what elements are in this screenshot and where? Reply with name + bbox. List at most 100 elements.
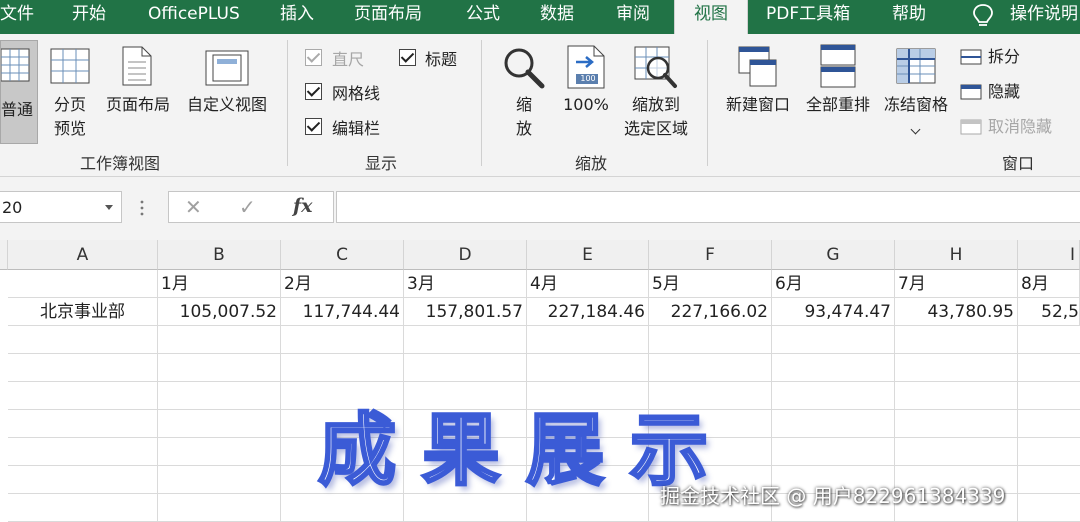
cell-value[interactable]: 105,007.52 [158,298,281,326]
cell-month[interactable]: 8月 [1018,270,1080,298]
normal-view-button[interactable]: 普通 [0,40,38,144]
cell-value[interactable]: 227,166.02 [649,298,772,326]
column-header[interactable]: E [527,240,649,270]
page-layout-icon [122,46,152,86]
tab-formulas[interactable]: 公式 [466,0,500,34]
arrange-all-icon [820,44,856,88]
page-break-preview-label-1: 分页 [53,95,86,114]
split-button[interactable]: 拆分 [960,46,1040,68]
vertical-dots-icon[interactable] [140,199,144,217]
enter-icon[interactable]: ✓ [239,195,256,219]
tab-pdf-toolbox[interactable]: PDF工具箱 [766,0,850,34]
cell-month[interactable]: 6月 [772,270,895,298]
column-header[interactable]: H [895,240,1018,270]
custom-views-icon [205,50,249,86]
cell[interactable] [8,270,158,298]
new-window-button[interactable]: 新建窗口 [720,40,796,144]
lightbulb-icon[interactable] [972,3,994,29]
ruler-checkbox [305,49,322,66]
group-separator [707,40,708,166]
show-group-label: 显示 [365,154,398,173]
group-separator [481,40,482,166]
select-all-corner[interactable] [0,240,8,270]
zoom-to-selection-icon [634,46,677,88]
split-icon [960,49,982,65]
page-layout-label: 页面布局 [105,95,170,114]
arrange-all-label: 全部重排 [805,95,870,114]
cell-month[interactable]: 4月 [527,270,649,298]
cell-month[interactable]: 7月 [895,270,1018,298]
cell-value[interactable]: 52,5 [1018,298,1080,326]
chevron-down-icon[interactable] [105,205,113,210]
column-header[interactable]: A [8,240,158,270]
page-break-preview-button[interactable]: 分页 预览 [44,40,96,144]
cell-department[interactable]: 北京事业部 [8,298,158,326]
new-window-icon [738,46,777,87]
cancel-icon[interactable]: ✕ [185,195,202,219]
name-box[interactable]: 20 [0,191,122,223]
watermark: 掘金技术社区 @ 用户822961384339 [660,484,1006,508]
unhide-label: 取消隐藏 [988,117,1053,136]
freeze-panes-button[interactable]: 冻结窗格 [878,40,954,144]
cell-month[interactable]: 2月 [281,270,404,298]
column-header[interactable]: F [649,240,772,270]
cell-month[interactable]: 5月 [649,270,772,298]
custom-views-label: 自定义视图 [186,95,267,114]
column-header[interactable]: I [1018,240,1080,270]
page-break-preview-label-2: 预览 [53,119,86,138]
tab-tell-me[interactable]: 操作说明 [1010,0,1078,34]
group-separator [287,40,288,166]
tab-officeplus[interactable]: OfficePLUS [148,0,240,34]
column-header[interactable]: C [281,240,404,270]
hide-label: 隐藏 [988,82,1021,101]
cell-value[interactable]: 43,780.95 [895,298,1018,326]
headings-checkbox[interactable] [399,49,416,66]
gridlines-label: 网格线 [332,84,381,103]
zoom-100-label: 100% [563,95,609,114]
tab-review[interactable]: 审阅 [616,0,650,34]
zoom-100-icon-text: 100 [580,74,596,83]
freeze-panes-label: 冻结窗格 [883,95,948,114]
cell-value[interactable]: 157,801.57 [404,298,527,326]
tab-data[interactable]: 数据 [540,0,574,34]
name-box-value: 20 [2,198,23,217]
ribbon-tab-bar: 文件 开始 OfficePLUS 插入 页面布局 公式 数据 审阅 视图 PDF… [0,0,1080,34]
tab-home[interactable]: 开始 [72,0,106,34]
tab-page-layout[interactable]: 页面布局 [354,0,422,34]
custom-views-button[interactable]: 自定义视图 [180,40,274,144]
page-layout-view-button[interactable]: 页面布局 [100,40,176,144]
tab-view[interactable]: 视图 [674,0,748,34]
zoom-to-selection-button[interactable]: 缩放到 选定区域 [618,40,694,144]
cell-value[interactable]: 117,744.44 [281,298,404,326]
cell-value[interactable]: 93,474.47 [772,298,895,326]
unhide-icon [960,119,982,135]
ribbon-view: 普通 分页 预览 页面布局 自定义视图 工作簿视图 直尺 标题 网格线 编辑栏 … [0,34,1080,177]
gridlines-checkbox[interactable] [305,83,322,100]
zoom-to-selection-label-2: 选定区域 [623,119,688,138]
tab-insert[interactable]: 插入 [280,0,314,34]
headings-label: 标题 [425,50,458,69]
formula-bar-checkbox[interactable] [305,118,322,135]
column-header[interactable]: B [158,240,281,270]
cell-month[interactable]: 1月 [158,270,281,298]
cell-value[interactable]: 227,184.46 [527,298,649,326]
formula-input[interactable] [336,191,1080,223]
arrange-all-button[interactable]: 全部重排 [800,40,876,144]
column-header[interactable]: D [404,240,527,270]
new-window-label: 新建窗口 [725,95,790,114]
zoom-100-button[interactable]: 100 100% [558,40,614,144]
tab-help[interactable]: 帮助 [892,0,926,34]
split-label: 拆分 [988,47,1021,66]
insert-function-button[interactable]: fx [293,195,313,217]
zoom-label-2: 放 [515,119,532,138]
ruler-label: 直尺 [332,50,365,69]
cell-month[interactable]: 3月 [404,270,527,298]
hide-button[interactable]: 隐藏 [960,81,1040,103]
formula-bar-label: 编辑栏 [332,119,381,138]
zoom-group-label: 缩放 [575,154,608,173]
zoom-button[interactable]: 缩 放 [496,40,552,144]
tab-file[interactable]: 文件 [0,0,34,34]
column-header[interactable]: G [772,240,895,270]
formula-bar: 20 ✕ ✓ fx [0,177,1080,240]
hide-icon [960,84,982,100]
